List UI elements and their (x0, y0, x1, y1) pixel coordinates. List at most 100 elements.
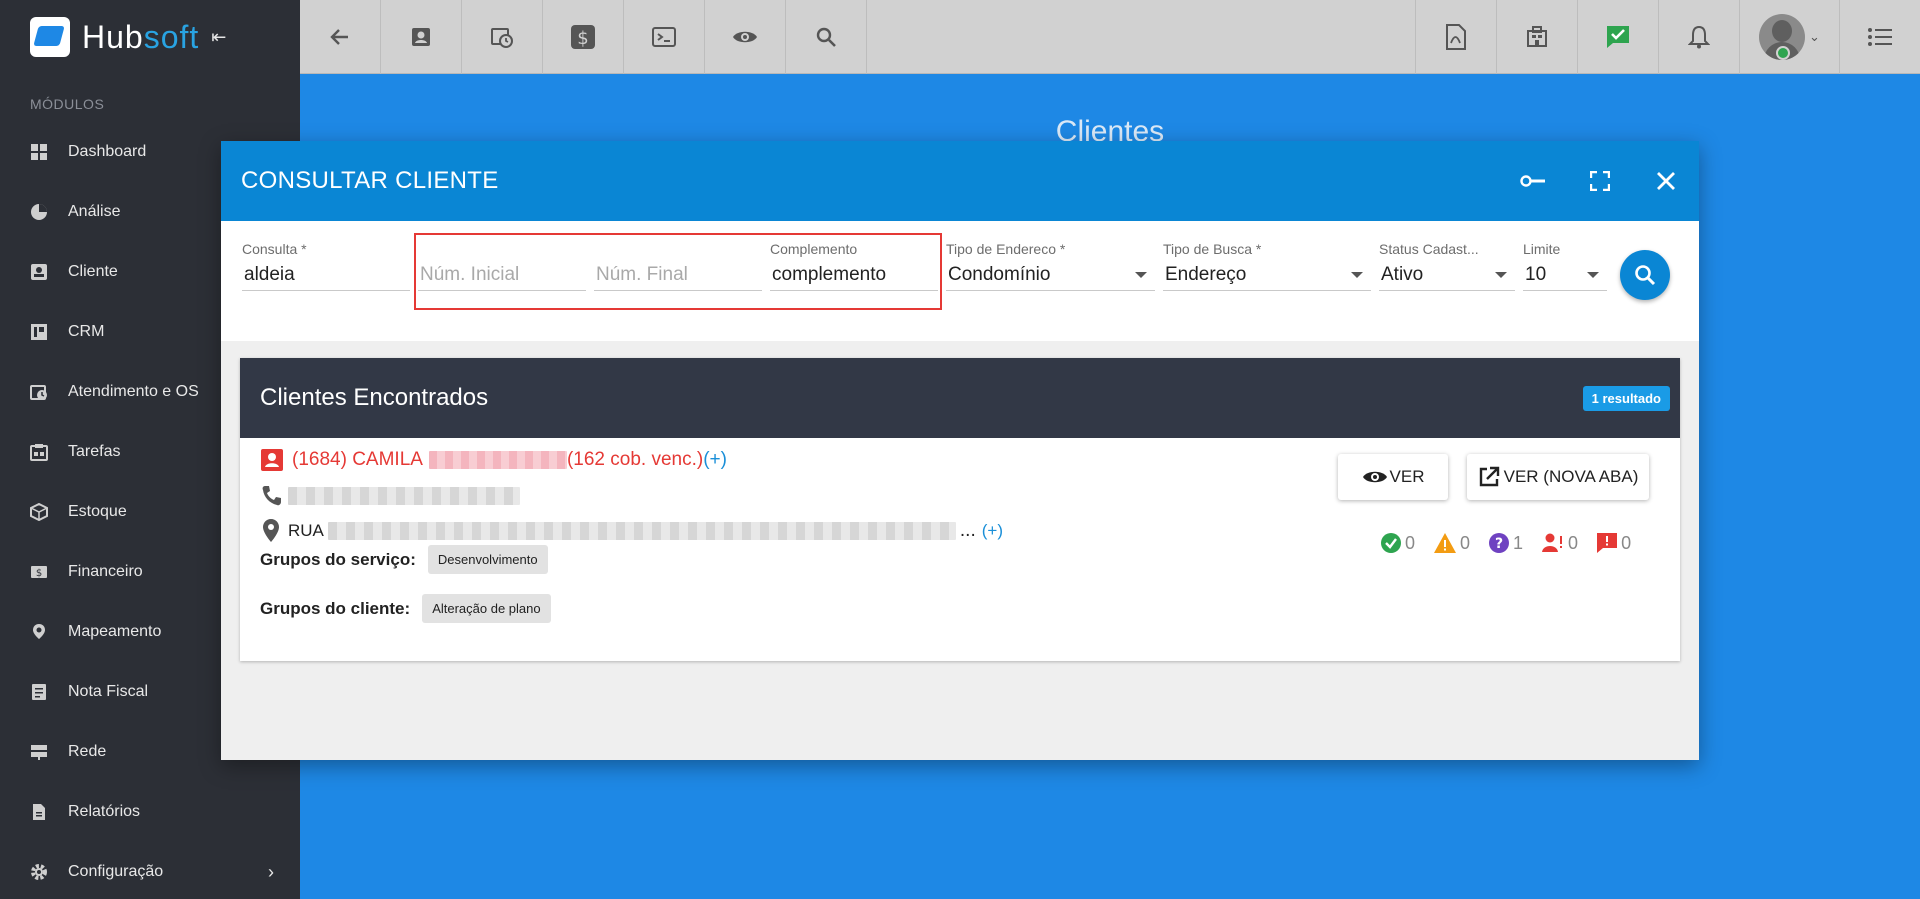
redacted-text (428, 451, 567, 469)
num-inicial-field: Núm. Inicial (418, 241, 586, 291)
redacted-phone (288, 487, 520, 505)
tasks-icon (30, 444, 48, 461)
modules-label: MÓDULOS (30, 96, 105, 112)
stat-user[interactable]: 0 (1541, 532, 1578, 554)
client-phone-line (260, 484, 520, 508)
contact-card-icon (412, 28, 430, 46)
tipo-endereco-select[interactable]: Condomínio (946, 259, 1155, 291)
limite-label: Limite (1523, 241, 1561, 257)
caret-down-icon (1587, 272, 1599, 278)
tipo-endereco-label: Tipo de Endereco * (946, 241, 1066, 257)
key-button[interactable] (1501, 141, 1567, 221)
status-label: Status Cadast... (1379, 241, 1479, 257)
sidebar-item-label: Dashboard (68, 143, 147, 160)
sidebar-item-label: Financeiro (68, 563, 143, 580)
view-shortcut-button[interactable] (705, 0, 786, 74)
menu-list-button[interactable] (1839, 0, 1920, 74)
alert-message-icon (1597, 533, 1618, 553)
kanban-icon (31, 324, 47, 340)
back-button[interactable] (300, 0, 381, 74)
pdf-button[interactable] (1415, 0, 1496, 74)
svg-text:$: $ (36, 568, 42, 579)
client-result: (1684) CAMILA (162 cob. venc.) (+) RUA .… (240, 438, 1680, 661)
tipo-busca-select[interactable]: Endereço (1163, 259, 1371, 291)
eye-icon (733, 31, 757, 43)
approved-button[interactable] (1577, 0, 1658, 74)
close-button[interactable] (1633, 141, 1699, 221)
user-alert-icon (1542, 533, 1563, 552)
status-field: Status Cadast... Ativo (1379, 241, 1515, 291)
stat-warning[interactable]: 0 (1433, 532, 1470, 554)
brand[interactable]: Hubsoft ⇤ (0, 0, 300, 74)
address-more-link[interactable]: (+) (982, 521, 1003, 541)
consulta-label: Consulta * (242, 241, 307, 257)
fullscreen-button[interactable] (1567, 141, 1633, 221)
tipo-busca-label: Tipo de Busca * (1163, 241, 1262, 257)
client-address-line: RUA ... (+) (260, 518, 1003, 544)
fullscreen-icon (1590, 171, 1610, 191)
question-circle-icon: ? (1489, 533, 1510, 553)
server-icon (31, 745, 47, 760)
sidebar-item-label: Mapeamento (68, 623, 162, 640)
sidebar-item-label: Atendimento e OS (68, 383, 199, 400)
gear-icon (31, 864, 47, 880)
client-name: (1684) CAMILA (292, 449, 423, 470)
sidebar-item-relatorios[interactable]: Relatórios (0, 782, 300, 842)
stat-question[interactable]: ? 1 (1488, 532, 1523, 554)
num-inicial-input[interactable]: Núm. Inicial (418, 259, 586, 291)
results-count-badge: 1 resultado (1582, 385, 1670, 411)
finance-shortcut-button[interactable]: $ (543, 0, 624, 74)
notifications-button[interactable] (1658, 0, 1739, 74)
stat-alert[interactable]: 0 (1596, 532, 1631, 554)
sidebar-item-label: Estoque (68, 503, 127, 520)
client-groups-label: Grupos do cliente: (260, 598, 411, 618)
calendar-clock-icon (491, 28, 513, 48)
company-button[interactable] (1496, 0, 1577, 74)
contact-card-icon (261, 449, 283, 471)
clients-shortcut-button[interactable] (381, 0, 462, 74)
online-status-icon (1776, 46, 1790, 60)
terminal-shortcut-button[interactable] (624, 0, 705, 74)
tipo-busca-field: Tipo de Busca * Endereço (1163, 241, 1371, 291)
results-panel: Clientes Encontrados 1 resultado (1684) … (240, 358, 1680, 661)
service-group-chip: Desenvolvimento (427, 545, 548, 574)
client-name-line[interactable]: (1684) CAMILA (162 cob. venc.) (+) (260, 448, 727, 472)
box-icon (30, 503, 48, 521)
num-final-input[interactable]: Núm. Final (594, 259, 762, 291)
sidebar-item-label: Nota Fiscal (68, 683, 149, 700)
search-shortcut-button[interactable] (786, 0, 867, 74)
money-icon: $ (571, 25, 595, 49)
results-title: Clientes Encontrados (260, 384, 489, 411)
overdue-count: (162 cob. venc.) (566, 449, 704, 470)
map-pin-icon (33, 624, 45, 639)
limite-select[interactable]: 10 (1523, 259, 1607, 291)
search-form: Consulta * aldeia Núm. Inicial Núm. Fina… (221, 221, 1699, 341)
chevron-right-icon: › (268, 861, 274, 882)
topbar: $ ⌄ (300, 0, 1920, 74)
view-button[interactable]: VER (1338, 454, 1448, 500)
service-groups: Grupos do serviço: Desenvolvimento (260, 545, 548, 574)
report-icon (33, 804, 45, 820)
chevron-down-icon: ⌄ (1809, 29, 1820, 44)
search-icon (816, 27, 836, 47)
svg-text:?: ? (1495, 536, 1503, 552)
status-select[interactable]: Ativo (1379, 259, 1515, 291)
user-menu[interactable]: ⌄ (1739, 0, 1839, 74)
list-icon (1868, 28, 1892, 46)
building-icon (1527, 26, 1547, 47)
stat-ok[interactable]: 0 (1380, 532, 1415, 554)
complemento-input[interactable]: complemento (770, 259, 938, 291)
sidebar-item-configuracao[interactable]: Configuração › (0, 842, 300, 899)
schedule-shortcut-button[interactable] (462, 0, 543, 74)
more-link[interactable]: (+) (703, 449, 727, 471)
collapse-sidebar-icon[interactable]: ⇤ (211, 27, 226, 48)
address-prefix: RUA (288, 521, 324, 540)
phone-icon (262, 486, 281, 506)
consulta-input[interactable]: aldeia (242, 259, 410, 291)
sidebar-item-label: CRM (68, 323, 105, 340)
open-external-icon (1479, 466, 1499, 487)
search-button[interactable] (1620, 250, 1670, 300)
view-new-tab-button[interactable]: VER (NOVA ABA) (1467, 454, 1649, 500)
caret-down-icon (1351, 272, 1363, 278)
consulta-field: Consulta * aldeia (242, 241, 410, 291)
